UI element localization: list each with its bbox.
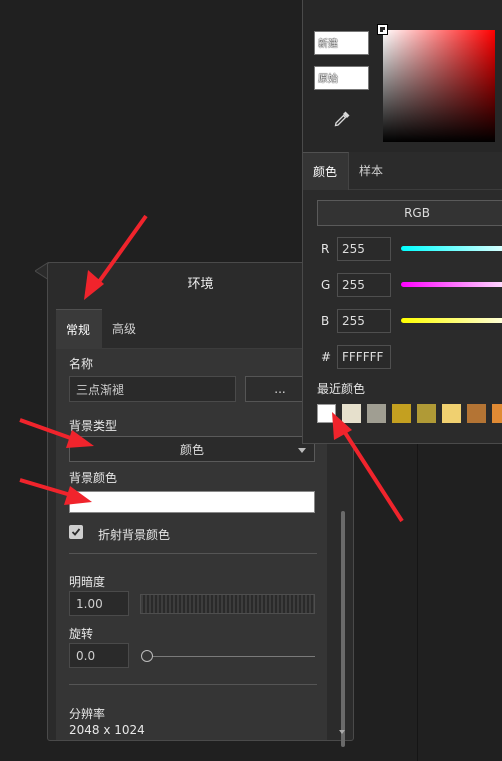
recent-colors-label: 最近颜色 <box>317 382 366 396</box>
rotation-slider-knob[interactable] <box>141 650 153 662</box>
rotation-label: 旋转 <box>69 627 94 641</box>
recent-color-swatch[interactable] <box>392 404 411 423</box>
tab-swatches[interactable]: 样本 <box>359 152 383 190</box>
color-picker-panel: 新建 原始 颜色 样本 RGB R 255 G 255 B 255 # FFFF… <box>302 0 502 444</box>
section-divider <box>69 684 317 685</box>
new-color-label: 新建 <box>318 39 338 50</box>
channel-r-input[interactable]: 255 <box>337 237 391 261</box>
name-input[interactable]: 三点渐褪 <box>69 376 236 402</box>
eyedropper-icon[interactable] <box>333 110 351 128</box>
channel-r-slider[interactable] <box>401 246 502 251</box>
chevron-down-icon <box>298 448 306 453</box>
color-mode-button[interactable]: RGB <box>317 200 502 226</box>
picker-tab-bar: 颜色 样本 <box>303 152 502 190</box>
channel-g-slider[interactable] <box>401 282 502 287</box>
channel-g-label: G <box>321 278 331 292</box>
check-icon <box>71 528 81 536</box>
channel-b-input[interactable]: 255 <box>337 309 391 333</box>
hex-label: # <box>321 350 332 364</box>
tab-advanced[interactable]: 高级 <box>102 309 148 349</box>
saturation-value-marker[interactable] <box>377 24 388 35</box>
recent-color-swatch[interactable] <box>467 404 486 423</box>
rotation-slider-track[interactable] <box>146 656 315 657</box>
recent-color-swatch[interactable] <box>317 404 336 423</box>
bg-color-swatch[interactable] <box>69 491 315 513</box>
bg-type-value: 颜色 <box>179 442 204 457</box>
original-color-label: 原始 <box>318 74 338 85</box>
bg-type-dropdown[interactable]: 颜色 <box>69 436 315 462</box>
channel-g-input[interactable]: 255 <box>337 273 391 297</box>
scrollbar-thumb[interactable] <box>341 511 345 747</box>
resolution-value: 2048 x 1024 <box>69 723 145 737</box>
brightness-label: 明暗度 <box>69 575 106 589</box>
color-preview-area: 新建 原始 <box>303 0 502 152</box>
channel-b-slider[interactable] <box>401 318 502 323</box>
scroll-down-arrow-icon[interactable] <box>339 730 345 734</box>
saturation-value-square[interactable] <box>383 30 495 142</box>
recent-color-swatch[interactable] <box>342 404 361 423</box>
recent-color-swatch[interactable] <box>442 404 461 423</box>
bg-color-label: 背景颜色 <box>69 471 118 485</box>
original-color-swatch[interactable]: 原始 <box>314 66 369 90</box>
new-color-swatch: 新建 <box>314 31 369 55</box>
channel-r-label: R <box>321 242 330 256</box>
general-tab-content: 名称 三点渐褪 ... 背景类型 颜色 背景颜色 折射背景颜色 明暗度 1.00… <box>56 349 327 740</box>
resolution-label: 分辨率 <box>69 707 106 721</box>
tab-color[interactable]: 颜色 <box>303 152 349 190</box>
hex-input[interactable]: FFFFFF <box>337 345 391 369</box>
brightness-input[interactable]: 1.00 <box>69 591 129 616</box>
refract-checkbox[interactable] <box>69 525 83 539</box>
brightness-slider[interactable] <box>140 594 315 614</box>
refract-label: 折射背景颜色 <box>98 528 171 542</box>
background-divider-right <box>417 444 418 761</box>
recent-color-swatch[interactable] <box>492 404 502 423</box>
recent-color-swatch[interactable] <box>367 404 386 423</box>
bg-type-label: 背景类型 <box>69 419 118 433</box>
rotation-input[interactable]: 0.0 <box>69 643 129 668</box>
channel-b-label: B <box>321 314 330 328</box>
recent-color-swatch[interactable] <box>417 404 436 423</box>
tab-general[interactable]: 常规 <box>56 309 102 349</box>
section-divider <box>69 553 317 554</box>
name-label: 名称 <box>69 357 94 371</box>
